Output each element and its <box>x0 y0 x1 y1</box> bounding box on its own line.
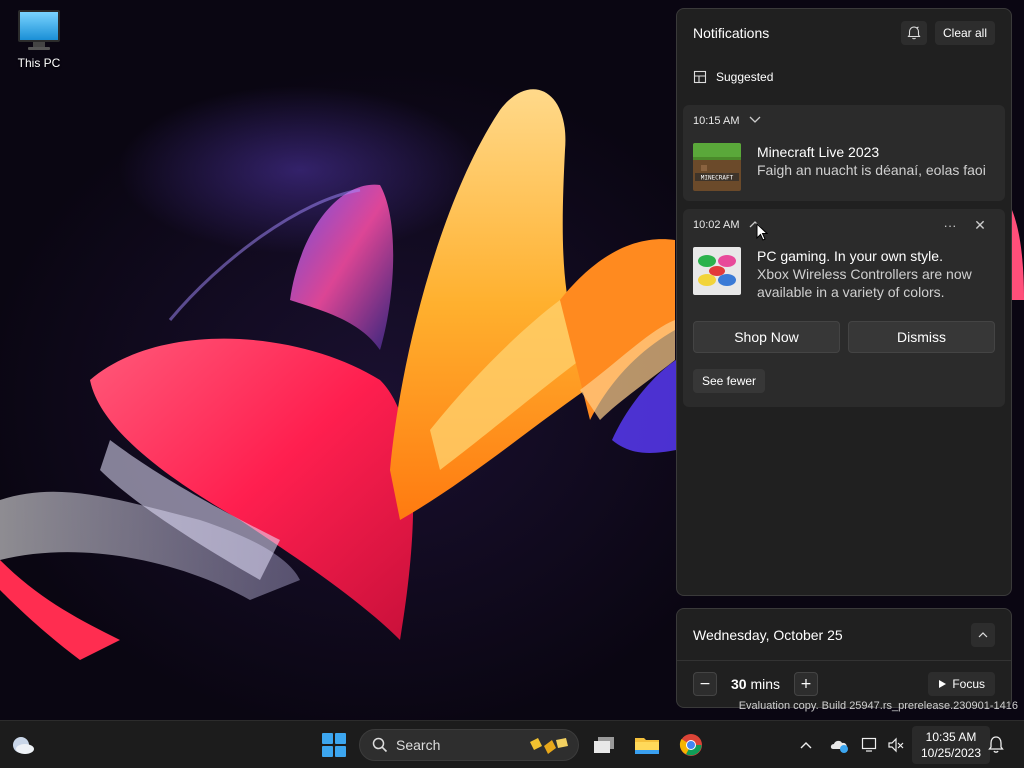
clock-button[interactable]: 10:35 AM 10/25/2023 <box>912 726 990 764</box>
file-explorer-icon[interactable] <box>633 731 661 759</box>
desktop-icon-this-pc[interactable]: This PC <box>10 10 68 70</box>
play-icon <box>939 680 947 688</box>
search-box[interactable]: Search <box>359 729 579 761</box>
card-actions: Shop Now Dismiss <box>683 311 1005 353</box>
this-pc-icon <box>18 10 60 42</box>
focus-minutes: 30 <box>731 676 747 692</box>
taskbar-date: 10/25/2023 <box>920 746 982 760</box>
suggested-icon <box>693 70 707 84</box>
notification-card-minecraft[interactable]: 10:15 AM MINECRAFT Minecraft Live 2023 F… <box>683 105 1005 201</box>
notification-time: 10:02 AM <box>693 219 740 231</box>
notification-bell-icon[interactable] <box>984 733 1008 757</box>
notification-header: Notifications Clear all <box>677 9 1011 57</box>
focus-unit: mins <box>750 676 781 692</box>
notification-title: Notifications <box>693 25 770 41</box>
calendar-date: Wednesday, October 25 <box>693 626 843 643</box>
more-options-icon[interactable]: ··· <box>935 218 965 233</box>
calendar-panel: Wednesday, October 25 − 30 mins + Focus <box>676 608 1012 708</box>
notification-time: 10:15 AM <box>693 115 740 127</box>
increase-focus-button[interactable]: + <box>794 672 819 696</box>
notification-body-text: Faigh an nuacht is déanaí, eolas faoi <box>757 162 986 178</box>
network-icon[interactable] <box>858 733 882 757</box>
see-fewer-button[interactable]: See fewer <box>693 369 766 393</box>
svg-text:MINECRAFT: MINECRAFT <box>701 175 734 182</box>
card-header: 10:02 AM ··· ✕ <box>683 209 1005 241</box>
card-header: 10:15 AM <box>683 105 1005 137</box>
xbox-controllers-icon <box>693 247 741 295</box>
decrease-focus-button[interactable]: − <box>693 672 717 696</box>
clear-all-button[interactable]: Clear all <box>934 21 995 45</box>
chevron-up-icon <box>800 742 812 749</box>
taskbar: Search 10:35 AM 10/25/2023 <box>0 720 1024 768</box>
desktop-icon-label: This PC <box>17 56 61 70</box>
task-view-icon[interactable] <box>590 731 618 759</box>
chrome-icon[interactable] <box>677 731 705 759</box>
start-button[interactable] <box>322 733 346 757</box>
notification-title-text: PC gaming. In your own style. <box>757 248 943 264</box>
search-highlight-icon <box>530 738 568 754</box>
suggested-section-header[interactable]: Suggested <box>677 57 1011 97</box>
expand-calendar-button[interactable] <box>971 622 995 647</box>
focus-button[interactable]: Focus <box>928 672 995 696</box>
focus-button-label: Focus <box>952 677 985 691</box>
search-placeholder: Search <box>396 737 441 753</box>
card-text: Minecraft Live 2023 Faigh an nuacht is d… <box>757 143 986 191</box>
dismiss-button[interactable]: Dismiss <box>848 321 995 353</box>
notification-body-text: Xbox Wireless Controllers are now availa… <box>757 266 972 300</box>
search-icon <box>372 737 388 753</box>
monitor-base <box>28 47 50 50</box>
suggested-label: Suggested <box>716 70 774 84</box>
notification-title-text: Minecraft Live 2023 <box>757 144 880 160</box>
close-icon[interactable]: ✕ <box>965 217 995 234</box>
notification-center: Notifications Clear all Suggested 10:15 … <box>676 8 1012 596</box>
show-hidden-icons-button[interactable] <box>794 733 818 757</box>
onedrive-icon[interactable] <box>828 733 852 757</box>
card-body: PC gaming. In your own style. Xbox Wirel… <box>683 241 1005 311</box>
mouse-cursor-icon <box>756 223 768 241</box>
focus-duration: 30 mins <box>731 676 780 692</box>
weather-icon[interactable] <box>10 733 36 757</box>
minecraft-icon: MINECRAFT <box>693 143 741 191</box>
volume-muted-icon[interactable] <box>884 733 908 757</box>
calendar-date-row: Wednesday, October 25 <box>677 609 1011 661</box>
chevron-down-icon[interactable] <box>749 115 761 127</box>
notification-card-xbox[interactable]: 10:02 AM ··· ✕ PC gaming. In your own st… <box>683 209 1005 407</box>
evaluation-watermark: Evaluation copy. Build 25947.rs_prerelea… <box>738 700 1018 712</box>
chevron-up-icon <box>978 632 988 638</box>
card-text: PC gaming. In your own style. Xbox Wirel… <box>757 247 995 301</box>
do-not-disturb-icon <box>907 26 921 40</box>
taskbar-time: 10:35 AM <box>925 730 977 744</box>
shop-now-button[interactable]: Shop Now <box>693 321 840 353</box>
do-not-disturb-button[interactable] <box>900 21 927 45</box>
card-body: MINECRAFT Minecraft Live 2023 Faigh an n… <box>683 137 1005 201</box>
